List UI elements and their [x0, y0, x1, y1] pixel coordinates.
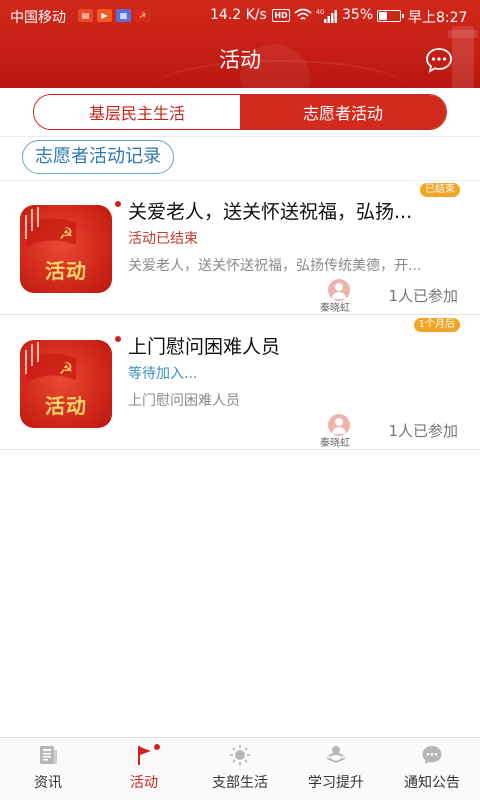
nav-news[interactable]: 资讯 — [0, 738, 96, 800]
activity-thumbnail: ☭ 活动 — [20, 205, 112, 293]
activity-title: 关爱老人，送关怀送祝福，弘扬... — [128, 201, 413, 223]
notification-icons: ▤ ▶ ▦ ☭ — [78, 9, 150, 22]
video-app-icon: ▶ — [97, 9, 112, 22]
network-speed: 14.2 K/s — [210, 7, 267, 23]
svg-text:☭: ☭ — [59, 224, 73, 243]
wifi-icon — [294, 8, 312, 20]
battery-percent: 35% — [342, 7, 374, 23]
activity-status: 活动已结束 — [128, 231, 198, 247]
flag-icon — [138, 746, 151, 765]
status-clock: 早上8:27 — [408, 10, 468, 26]
battery-icon — [377, 10, 404, 22]
nav-activities[interactable]: 活动 — [96, 738, 192, 800]
activity-thumbnail: ☭ 活动 — [20, 340, 112, 428]
notice-chat-icon — [422, 746, 442, 764]
activity-list-item[interactable]: ☭ 活动 上门慰问困难人员 等待加入... 上门慰问困难人员 1个月后 秦晓虹 … — [0, 316, 480, 450]
sun-icon — [230, 745, 250, 765]
activity-title: 上门慰问困难人员 — [128, 336, 281, 358]
nav-label: 支部生活 — [212, 775, 268, 791]
thumbnail-label: 活动 — [45, 394, 87, 418]
hd-icon: HD — [272, 9, 290, 22]
notification-dot — [154, 744, 160, 750]
news-icon — [40, 746, 57, 764]
nav-notices[interactable]: 通知公告 — [384, 738, 480, 800]
tab-grassroots-democracy[interactable]: 基层民主生活 — [34, 95, 240, 129]
divider — [0, 136, 480, 137]
nav-label: 学习提升 — [308, 775, 364, 791]
app-header: 中国移动 ▤ ▶ ▦ ☭ 14.2 K/s HD 4G 35% 早上8:27 活… — [0, 0, 480, 88]
nav-learning[interactable]: 学习提升 — [288, 738, 384, 800]
participant-count: 1人已参加 — [388, 287, 458, 305]
activity-status: 等待加入... — [128, 366, 198, 382]
activity-description: 关爱老人，送关怀送祝福，弘扬传统美德，开... — [128, 258, 422, 274]
carrier-label: 中国移动 — [10, 10, 66, 26]
participant-count: 1人已参加 — [388, 422, 458, 440]
avatar — [328, 279, 350, 301]
unread-dot — [115, 336, 121, 342]
svg-text:☭: ☭ — [59, 359, 73, 378]
bottom-nav: 资讯 活动 支部生活 学习提升 通知公告 — [0, 737, 480, 800]
participant-name: 秦晓虹 — [320, 438, 350, 449]
activity-type-tabs: 基层民主生活 志愿者活动 — [33, 94, 447, 130]
status-badge: 1个月后 — [413, 318, 460, 332]
activity-list-item[interactable]: ☭ 活动 关爱老人，送关怀送祝福，弘扬... 活动已结束 关爱老人，送关怀送祝福… — [0, 181, 480, 315]
app-notification-icon: ▤ — [78, 9, 93, 22]
nav-label: 通知公告 — [404, 775, 460, 791]
thumbnail-label: 活动 — [45, 259, 87, 283]
page-title: 活动 — [219, 48, 261, 72]
nav-label: 资讯 — [34, 775, 62, 791]
chat-bubble-icon[interactable] — [425, 46, 453, 74]
volunteer-records-button[interactable]: 志愿者活动记录 — [22, 140, 174, 174]
nav-label: 活动 — [130, 775, 158, 791]
reader-app-icon: ▦ — [116, 9, 131, 22]
signal-icon: 4G — [316, 9, 337, 23]
network-type-label: 4G — [316, 9, 325, 16]
nav-branch-life[interactable]: 支部生活 — [192, 738, 288, 800]
learning-icon — [327, 746, 345, 763]
status-badge: 已结束 — [420, 183, 460, 197]
activity-description: 上门慰问困难人员 — [128, 393, 240, 409]
unread-dot — [115, 201, 121, 207]
tab-volunteer-activities[interactable]: 志愿者活动 — [240, 95, 446, 129]
avatar — [328, 414, 350, 436]
participant-name: 秦晓虹 — [320, 303, 350, 314]
status-bar: 中国移动 ▤ ▶ ▦ ☭ 14.2 K/s HD 4G 35% 早上8:27 — [0, 0, 480, 32]
party-app-icon: ☭ — [135, 9, 150, 22]
